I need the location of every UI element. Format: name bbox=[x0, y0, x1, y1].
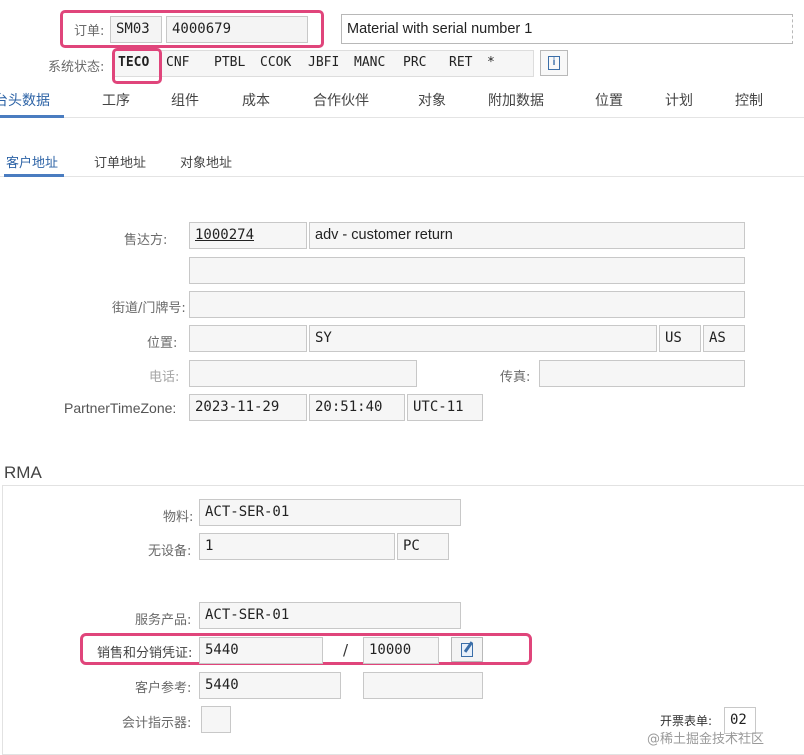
fax-field bbox=[539, 360, 745, 387]
street-label: 街道/门牌号: bbox=[112, 301, 186, 316]
tab-partners[interactable]: 合作伙伴 bbox=[313, 90, 369, 110]
time-field: 20:51:40 bbox=[309, 394, 405, 421]
subtab-order-address[interactable]: 订单地址 bbox=[94, 152, 146, 171]
customer-ref-field: 5440 bbox=[199, 672, 341, 699]
sales-doc-separator: / bbox=[343, 641, 349, 659]
status-teco: TECO bbox=[118, 55, 150, 70]
shipto-id-field[interactable]: 1000274 bbox=[189, 222, 307, 249]
fax-label: 传真: bbox=[500, 370, 531, 385]
status-info-button[interactable]: i bbox=[540, 50, 568, 76]
subtab-customer-address-underline bbox=[4, 174, 64, 177]
tab-header-data-underline bbox=[0, 115, 64, 118]
status-manc: MANC bbox=[354, 55, 386, 70]
address-line2-field bbox=[189, 257, 745, 284]
customer-ref-extra-field bbox=[363, 672, 483, 699]
sales-doc-edit-button[interactable] bbox=[451, 637, 483, 662]
tab-control[interactable]: 控制 bbox=[735, 90, 763, 110]
sales-doc-field: 5440 bbox=[199, 637, 323, 664]
order-description-field[interactable]: Material with serial number 1 bbox=[341, 14, 793, 44]
shipto-id-link[interactable]: 1000274 bbox=[195, 227, 254, 243]
status-cnf: CNF bbox=[166, 55, 190, 70]
status-more: * bbox=[487, 55, 495, 70]
tab-costs[interactable]: 成本 bbox=[242, 90, 270, 110]
service-product-label: 服务产品: bbox=[135, 613, 192, 628]
service-product-field: ACT-SER-01 bbox=[199, 602, 461, 629]
accounting-indicator-field[interactable] bbox=[201, 706, 231, 733]
tab-location[interactable]: 位置 bbox=[595, 90, 623, 110]
status-ccok: CCOK bbox=[260, 55, 292, 70]
subtab-customer-address[interactable]: 客户地址 bbox=[6, 152, 58, 171]
order-number-field[interactable]: 4000679 bbox=[166, 16, 308, 43]
date-field: 2023-11-29 bbox=[189, 394, 307, 421]
system-status-label: 系统状态: bbox=[48, 60, 105, 75]
timezone-label: PartnerTimeZone: bbox=[64, 400, 177, 416]
postal-code-field bbox=[189, 325, 307, 352]
status-ptbl: PTBL bbox=[214, 55, 246, 70]
billing-form-label: 开票表单: bbox=[660, 714, 713, 728]
timezone-field: UTC-11 bbox=[407, 394, 483, 421]
tab-header-data[interactable]: 台头数据 bbox=[0, 90, 50, 110]
subtab-object-address[interactable]: 对象地址 bbox=[180, 152, 232, 171]
location-label: 位置: bbox=[147, 336, 178, 351]
unit-field: PC bbox=[397, 533, 449, 560]
customer-ref-label: 客户参考: bbox=[135, 681, 192, 696]
shipto-name-field: adv - customer return bbox=[309, 222, 745, 249]
equipment-label: 无设备: bbox=[148, 544, 192, 559]
material-field: ACT-SER-01 bbox=[199, 499, 461, 526]
document-edit-icon bbox=[461, 641, 474, 657]
country-field: US bbox=[659, 325, 701, 352]
rma-section-title: RMA bbox=[4, 463, 42, 482]
tab-operations[interactable]: 工序 bbox=[102, 90, 130, 110]
tab-objects[interactable]: 对象 bbox=[418, 90, 446, 110]
watermark: @稀土掘金技术社区 bbox=[647, 732, 765, 747]
sales-doc-label: 销售和分销凭证: bbox=[97, 646, 193, 661]
status-jbfi: JBFI bbox=[308, 55, 340, 70]
info-icon: i bbox=[548, 56, 560, 70]
material-label: 物料: bbox=[163, 510, 194, 525]
status-prc: PRC bbox=[403, 55, 427, 70]
city-field: SY bbox=[309, 325, 657, 352]
status-ret: RET bbox=[449, 55, 473, 70]
order-type-field[interactable]: SM03 bbox=[110, 16, 162, 43]
shipto-label: 售达方: bbox=[124, 233, 168, 248]
phone-label: 电话: bbox=[149, 370, 180, 385]
region-field: AS bbox=[703, 325, 745, 352]
street-field bbox=[189, 291, 745, 318]
accounting-indicator-label: 会计指示器: bbox=[122, 716, 192, 731]
order-label: 订单: bbox=[74, 24, 105, 39]
tab-components[interactable]: 组件 bbox=[171, 90, 199, 110]
quantity-field: 1 bbox=[199, 533, 395, 560]
phone-field bbox=[189, 360, 417, 387]
sales-item-field: 10000 bbox=[363, 637, 439, 664]
tab-planning[interactable]: 计划 bbox=[665, 90, 693, 110]
tab-additional-data[interactable]: 附加数据 bbox=[488, 90, 544, 110]
